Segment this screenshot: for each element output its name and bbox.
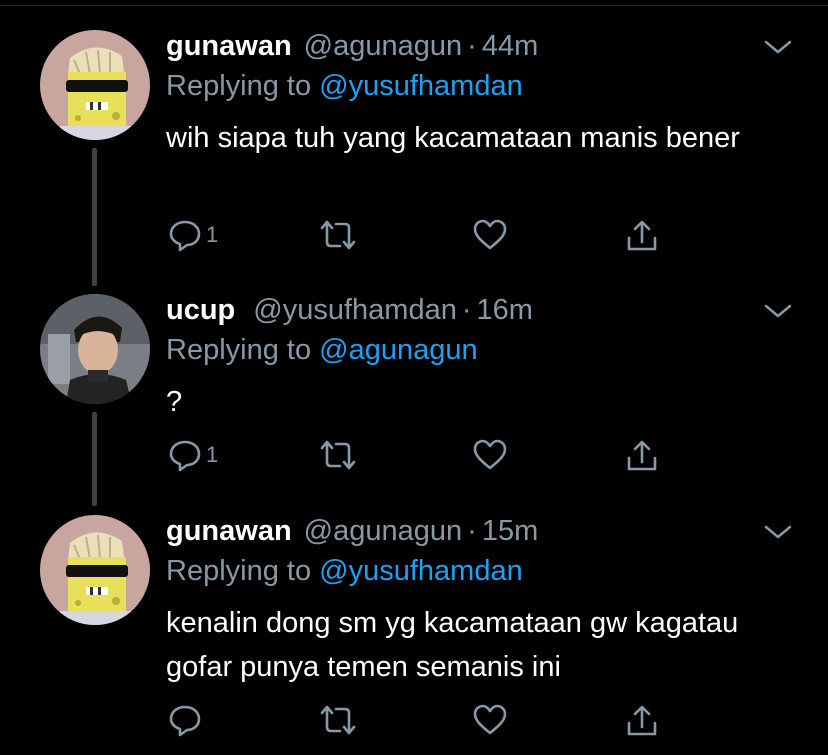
separator-dot: · <box>461 294 472 326</box>
tweet-actions: 1 <box>166 438 726 474</box>
tweet[interactable]: gunawan @agunagun · 15m Replying to @yus… <box>0 515 828 755</box>
retweet-icon <box>320 440 356 470</box>
reply-icon <box>169 705 201 737</box>
tweet[interactable]: ucup @yusufhamdan · 16m Replying to @agu… <box>0 294 828 534</box>
like-button[interactable] <box>472 438 512 472</box>
display-name[interactable]: gunawan <box>166 30 292 63</box>
tweet-actions <box>166 703 726 739</box>
heart-icon <box>473 219 507 250</box>
heart-icon <box>473 704 507 735</box>
reply-count: 1 <box>206 222 219 247</box>
tweet-text: ? <box>166 386 183 418</box>
tweet-header: ucup @yusufhamdan · 16m <box>166 294 533 334</box>
retweet-icon <box>320 220 356 250</box>
tweet[interactable]: gunawan @agunagun · 44m Replying to @yus… <box>0 30 828 270</box>
like-button[interactable] <box>472 703 512 737</box>
user-handle[interactable]: @agunagun <box>304 30 462 63</box>
share-icon <box>627 220 657 251</box>
reply-icon <box>169 220 201 252</box>
mention-link[interactable]: @yusufhamdan <box>319 70 523 102</box>
retweet-icon <box>320 705 356 735</box>
heart-icon <box>473 439 507 470</box>
top-divider <box>0 0 828 6</box>
chevron-down-icon <box>764 40 792 54</box>
retweet-button[interactable] <box>318 703 362 737</box>
user-handle[interactable]: @agunagun <box>304 515 462 548</box>
display-name[interactable]: ucup <box>166 294 235 327</box>
retweet-button[interactable] <box>318 438 362 472</box>
mention-link[interactable]: @agunagun <box>319 334 477 366</box>
tweet-text: wih siapa tuh yang kacamataan manis bene… <box>166 122 740 154</box>
share-button[interactable] <box>624 218 660 254</box>
separator-dot: · <box>467 515 477 547</box>
user-handle[interactable]: @yusufhamdan <box>253 294 457 327</box>
reply-button[interactable]: 1 <box>168 218 218 252</box>
chevron-down-icon <box>764 525 792 539</box>
avatar[interactable] <box>40 30 150 140</box>
more-options-button[interactable] <box>760 521 796 545</box>
avatar[interactable] <box>40 515 150 625</box>
reply-icon <box>169 440 201 472</box>
separator-dot: · <box>467 30 477 62</box>
reply-button[interactable]: 1 <box>168 438 218 472</box>
share-icon <box>627 440 657 471</box>
display-name[interactable]: gunawan <box>166 515 292 548</box>
spongebob-sunglasses-avatar <box>40 515 150 625</box>
avatar[interactable] <box>40 294 150 404</box>
more-options-button[interactable] <box>760 36 796 60</box>
mention-link[interactable]: @yusufhamdan <box>319 555 523 587</box>
share-icon <box>627 705 657 736</box>
tweet-actions: 1 <box>166 218 726 254</box>
reply-count: 1 <box>206 442 219 467</box>
timestamp[interactable]: 44m <box>482 30 538 63</box>
replying-to-line: Replying to @agunagun <box>166 334 478 367</box>
tweet-header: gunawan @agunagun · 44m <box>166 30 538 70</box>
replying-prefix: Replying to <box>166 334 312 366</box>
more-options-button[interactable] <box>760 300 796 324</box>
replying-to-line: Replying to @yusufhamdan <box>166 70 523 103</box>
share-button[interactable] <box>624 438 660 474</box>
replying-prefix: Replying to <box>166 555 312 587</box>
replying-to-line: Replying to @yusufhamdan <box>166 555 523 588</box>
retweet-button[interactable] <box>318 218 362 252</box>
reply-button[interactable] <box>168 703 206 737</box>
timestamp[interactable]: 16m <box>477 294 533 327</box>
tweet-header: gunawan @agunagun · 15m <box>166 515 538 555</box>
spongebob-sunglasses-avatar <box>40 30 150 140</box>
replying-prefix: Replying to <box>166 70 312 102</box>
like-button[interactable] <box>472 218 512 252</box>
timestamp[interactable]: 15m <box>482 515 538 548</box>
person-photo-avatar <box>40 294 150 404</box>
tweet-text: kenalin dong sm yg kacamataan gw kagatau… <box>166 607 739 683</box>
share-button[interactable] <box>624 703 660 739</box>
chevron-down-icon <box>764 304 792 318</box>
